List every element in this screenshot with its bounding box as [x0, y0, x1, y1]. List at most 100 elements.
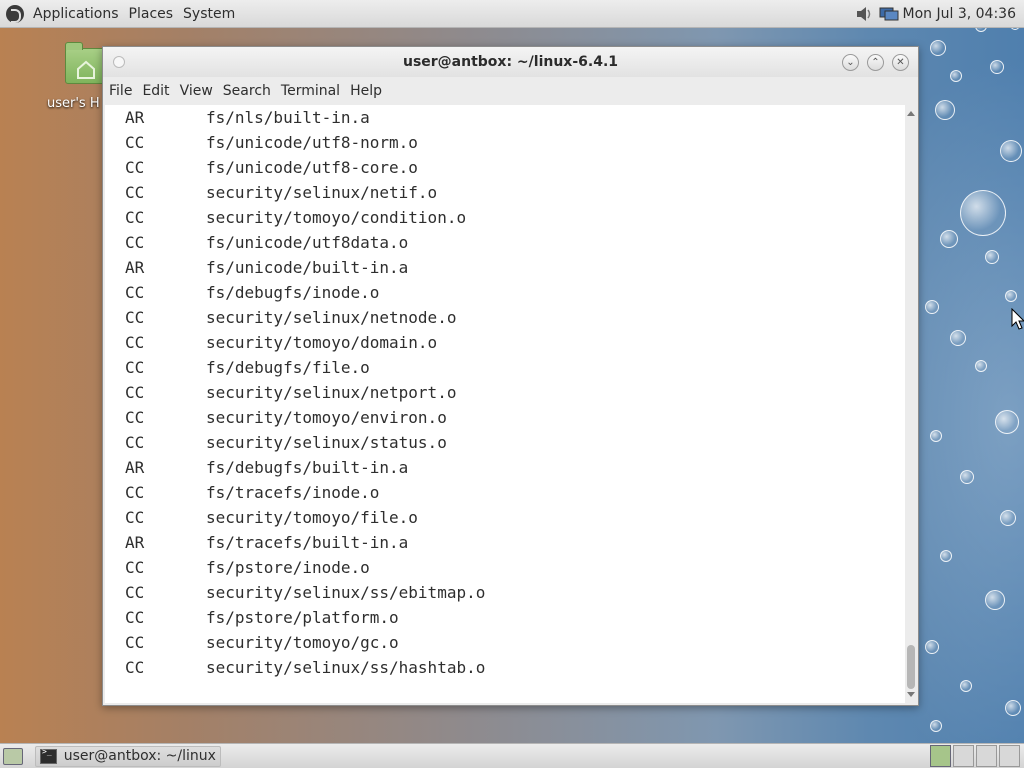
wallpaper-bubble [985, 590, 1005, 610]
terminal-line: CC fs/debugfs/file.o [105, 355, 908, 380]
menu-places[interactable]: Places [124, 6, 179, 22]
terminal-line: CC fs/unicode/utf8data.o [105, 230, 908, 255]
workspace-3[interactable] [976, 745, 997, 767]
top-panel: Applications Places System Mon Jul 3, 04… [0, 0, 1024, 28]
taskbar-terminal-label: user@antbox: ~/linux... [63, 748, 216, 764]
show-desktop-icon[interactable] [3, 747, 23, 765]
terminal-window: user@antbox: ~/linux-6.4.1 ⌄ ⌃ ✕ File Ed… [102, 46, 919, 706]
build-step-code: CC [125, 358, 145, 377]
build-step-code: CC [125, 658, 145, 677]
terminal-line: AR fs/tracefs/built-in.a [105, 530, 908, 555]
menu-view[interactable]: View [176, 83, 217, 99]
build-object-path: fs/unicode/built-in.a [206, 258, 409, 277]
build-step-code: AR [125, 108, 145, 127]
taskbar-terminal-button[interactable]: user@antbox: ~/linux... [35, 745, 221, 767]
system-tray: Mon Jul 3, 04:36 [855, 6, 1024, 22]
terminal-line: CC security/tomoyo/gc.o [105, 630, 908, 655]
build-object-path: security/selinux/ss/ebitmap.o [206, 583, 486, 602]
volume-icon[interactable] [855, 6, 873, 22]
window-title: user@antbox: ~/linux-6.4.1 [402, 54, 619, 70]
minimize-button[interactable]: ⌄ [842, 53, 859, 71]
maximize-button[interactable]: ⌃ [867, 53, 884, 71]
terminal-scrollbar[interactable] [905, 105, 917, 703]
menu-applications[interactable]: Applications [28, 6, 124, 22]
distro-logo-icon[interactable] [6, 4, 24, 23]
workspace-4[interactable] [999, 745, 1020, 767]
terminal-icon [40, 747, 57, 764]
build-step-code: CC [125, 208, 145, 227]
build-object-path: fs/tracefs/built-in.a [206, 533, 409, 552]
wallpaper-bubble [930, 40, 946, 56]
menu-file[interactable]: File [105, 83, 136, 99]
build-object-path: security/tomoyo/domain.o [206, 333, 438, 352]
terminal-line: CC security/selinux/netport.o [105, 380, 908, 405]
wallpaper-bubble [985, 250, 999, 264]
wallpaper-bubble [960, 680, 972, 692]
wallpaper-bubble [925, 300, 939, 314]
terminal-line: CC security/selinux/status.o [105, 430, 908, 455]
build-object-path: security/tomoyo/file.o [206, 508, 418, 527]
terminal-line: CC security/selinux/ss/ebitmap.o [105, 580, 908, 605]
build-object-path: security/tomoyo/environ.o [206, 408, 447, 427]
menu-search[interactable]: Search [219, 83, 275, 99]
build-step-code: CC [125, 433, 145, 452]
build-object-path: fs/pstore/inode.o [206, 558, 370, 577]
scrollbar-thumb[interactable] [907, 645, 915, 689]
build-object-path: fs/nls/built-in.a [206, 108, 370, 127]
build-step-code: CC [125, 383, 145, 402]
bottom-panel: user@antbox: ~/linux... [0, 743, 1024, 768]
wallpaper-bubble [1000, 140, 1022, 162]
window-titlebar[interactable]: user@antbox: ~/linux-6.4.1 ⌄ ⌃ ✕ [103, 47, 918, 77]
wallpaper-bubble [960, 190, 1006, 236]
build-object-path: fs/pstore/platform.o [206, 608, 399, 627]
build-step-code: CC [125, 158, 145, 177]
build-step-code: CC [125, 558, 145, 577]
terminal-line: CC fs/unicode/utf8-core.o [105, 155, 908, 180]
wallpaper-bubble [975, 360, 987, 372]
build-object-path: security/tomoyo/condition.o [206, 208, 467, 227]
terminal-line: CC security/selinux/ss/hashtab.o [105, 655, 908, 680]
build-object-path: security/selinux/netport.o [206, 383, 457, 402]
wallpaper-bubble [950, 330, 966, 346]
terminal-menubar: File Edit View Search Terminal Help [103, 77, 918, 105]
build-step-code: AR [125, 258, 145, 277]
menu-system[interactable]: System [178, 6, 240, 22]
build-step-code: CC [125, 608, 145, 627]
build-object-path: fs/tracefs/inode.o [206, 483, 380, 502]
workspace-2[interactable] [953, 745, 974, 767]
terminal-output[interactable]: AR fs/nls/built-in.a CC fs/unicode/utf8-nor… [105, 105, 908, 703]
wallpaper-bubble [925, 640, 939, 654]
build-object-path: fs/debugfs/built-in.a [206, 458, 409, 477]
build-step-code: CC [125, 233, 145, 252]
build-object-path: security/selinux/status.o [206, 433, 447, 452]
wallpaper-bubble [930, 430, 942, 442]
close-button[interactable]: ✕ [892, 53, 909, 71]
workspace-1[interactable] [930, 745, 951, 767]
build-step-code: CC [125, 183, 145, 202]
terminal-line: CC security/selinux/netnode.o [105, 305, 908, 330]
menu-edit[interactable]: Edit [138, 83, 173, 99]
menu-terminal[interactable]: Terminal [277, 83, 344, 99]
build-step-code: CC [125, 583, 145, 602]
menu-help[interactable]: Help [346, 83, 386, 99]
network-icon[interactable] [879, 6, 899, 22]
build-object-path: security/tomoyo/gc.o [206, 633, 399, 652]
wallpaper-bubble [940, 550, 952, 562]
terminal-line: CC security/tomoyo/condition.o [105, 205, 908, 230]
build-step-code: AR [125, 533, 145, 552]
build-step-code: CC [125, 333, 145, 352]
wallpaper-bubble [940, 230, 958, 248]
scroll-up-arrow-icon[interactable] [907, 111, 915, 116]
wallpaper-bubble [995, 410, 1019, 434]
wallpaper-bubble [1005, 290, 1017, 302]
build-object-path: security/selinux/netif.o [206, 183, 438, 202]
window-controls: ⌄ ⌃ ✕ [842, 53, 918, 71]
wallpaper-bubble [1005, 700, 1021, 716]
scroll-down-arrow-icon[interactable] [907, 692, 915, 697]
terminal-line: CC security/selinux/netif.o [105, 180, 908, 205]
clock[interactable]: Mon Jul 3, 04:36 [903, 6, 1016, 22]
build-step-code: CC [125, 308, 145, 327]
wallpaper-bubble [930, 720, 942, 732]
build-object-path: fs/debugfs/inode.o [206, 283, 380, 302]
build-step-code: CC [125, 283, 145, 302]
